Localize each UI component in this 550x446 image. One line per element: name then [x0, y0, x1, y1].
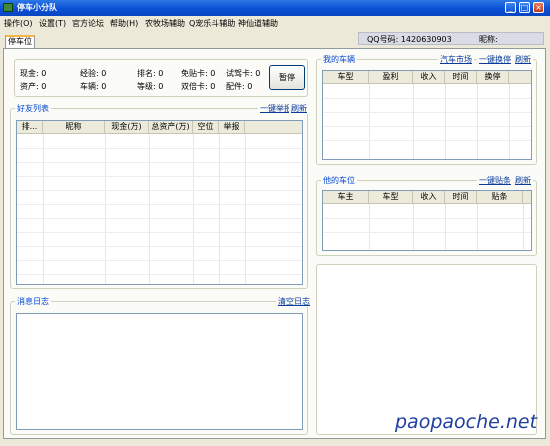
post-all-link[interactable]: 一键贴条 — [477, 175, 513, 186]
watermark: paopaoche.net — [395, 411, 538, 433]
my-cars-panel: 我的车辆 汽车市场 一键换停 刷新 车型 盈利 收入 时间 换停 — [316, 54, 537, 165]
menu-operate[interactable]: 操作(O) — [4, 18, 33, 29]
friends-refresh-link[interactable]: 刷新 — [289, 103, 309, 114]
col-spot-car-model[interactable]: 车型 — [369, 191, 413, 204]
col-post[interactable]: 贴条 — [477, 191, 523, 204]
menu-farm-helper[interactable]: 农牧场辅助 — [145, 18, 185, 29]
clear-log-link[interactable]: 清空日志 — [276, 296, 312, 307]
rank-stat: 排名: 0 — [137, 69, 164, 78]
menu-settings[interactable]: 设置(T) — [39, 18, 66, 29]
menu-help[interactable]: 帮助(H) — [110, 18, 138, 29]
car-market-link[interactable]: 汽车市场 — [438, 54, 474, 65]
my-cars-title: 我的车辆 — [321, 54, 357, 65]
col-owner[interactable]: 车主 — [323, 191, 369, 204]
col-total-assets[interactable]: 总资产(万) — [149, 121, 193, 134]
cars-stat: 车辆: 0 — [80, 82, 107, 91]
his-spots-title: 他的车位 — [321, 175, 357, 186]
col-car-model[interactable]: 车型 — [323, 71, 369, 84]
menu-bar: 操作(O) 设置(T) 官方论坛 帮助(H) 农牧场辅助 Q宠乐斗辅助 神仙道辅… — [0, 16, 550, 29]
maximize-button[interactable]: □ — [519, 2, 530, 13]
qq-number: QQ号码: 1420630903 — [367, 35, 452, 44]
my-cars-refresh-link[interactable]: 刷新 — [513, 54, 533, 65]
col-spot-income[interactable]: 收入 — [413, 191, 445, 204]
parts-stat: 配件: 0 — [226, 82, 253, 91]
swap-all-link[interactable]: 一键换停 — [477, 54, 513, 65]
qq-info-bar: QQ号码: 1420630903 昵称: — [358, 32, 544, 45]
stats-panel: 现金: 0 资产: 0 经验: 0 车辆: 0 排名: 0 等级: 0 免贴卡:… — [14, 59, 308, 97]
friends-panel: 好友列表 一键举报 刷新 排... 昵称 现金(万) 总资产(万) 空位 举报 — [10, 103, 309, 289]
friends-title: 好友列表 — [15, 103, 51, 114]
assets-stat: 资产: 0 — [20, 82, 47, 91]
message-log-title: 消息日志 — [15, 296, 51, 307]
his-spots-panel: 他的车位 一键贴条 刷新 车主 车型 收入 时间 贴条 — [316, 175, 537, 256]
tab-content: 现金: 0 资产: 0 经验: 0 车辆: 0 排名: 0 等级: 0 免贴卡:… — [3, 48, 546, 439]
double-card-stat: 双倍卡: 0 — [181, 82, 216, 91]
free-card-stat: 免贴卡: 0 — [181, 69, 216, 78]
his-spots-table-header: 车主 车型 收入 时间 贴条 — [323, 191, 531, 204]
friends-table[interactable]: 排... 昵称 现金(万) 总资产(万) 空位 举报 — [16, 120, 303, 285]
exp-stat: 经验: 0 — [80, 69, 107, 78]
minimize-button[interactable]: _ — [505, 2, 516, 13]
col-spot-time[interactable]: 时间 — [445, 191, 477, 204]
close-button[interactable]: × — [533, 2, 544, 13]
my-cars-table[interactable]: 车型 盈利 收入 时间 换停 — [322, 70, 532, 160]
level-stat: 等级: 0 — [137, 82, 164, 91]
detail-panel — [316, 264, 537, 435]
app-car-icon — [3, 3, 13, 12]
message-log-panel: 消息日志 清空日志 — [10, 296, 312, 435]
col-empty-spots[interactable]: 空位 — [193, 121, 219, 134]
col-cash[interactable]: 现金(万) — [105, 121, 149, 134]
menu-forum[interactable]: 官方论坛 — [72, 18, 104, 29]
pause-button[interactable]: 暂停 — [269, 65, 305, 90]
menu-immortal-helper[interactable]: 神仙道辅助 — [238, 18, 278, 29]
col-rank[interactable]: 排... — [17, 121, 43, 134]
title-bar: 停车小分队 _ □ × — [0, 0, 550, 16]
col-report[interactable]: 举报 — [219, 121, 245, 134]
nickname-label: 昵称: — [479, 35, 498, 44]
friends-table-header: 排... 昵称 现金(万) 总资产(万) 空位 举报 — [17, 121, 302, 134]
tab-parking[interactable]: 停车位 — [5, 35, 35, 48]
my-cars-table-header: 车型 盈利 收入 时间 换停 — [323, 71, 531, 84]
his-spots-table[interactable]: 车主 车型 收入 时间 贴条 — [322, 190, 532, 251]
menu-qpet-helper[interactable]: Q宠乐斗辅助 — [189, 18, 235, 29]
message-log-box[interactable] — [16, 313, 303, 430]
cash-stat: 现金: 0 — [20, 69, 47, 78]
window-title: 停车小分队 — [17, 3, 57, 12]
col-nickname[interactable]: 昵称 — [43, 121, 105, 134]
trial-card-stat: 试驾卡: 0 — [226, 69, 261, 78]
his-spots-refresh-link[interactable]: 刷新 — [513, 175, 533, 186]
col-swap[interactable]: 换停 — [477, 71, 509, 84]
col-profit[interactable]: 盈利 — [369, 71, 413, 84]
col-time[interactable]: 时间 — [445, 71, 477, 84]
col-income[interactable]: 收入 — [413, 71, 445, 84]
